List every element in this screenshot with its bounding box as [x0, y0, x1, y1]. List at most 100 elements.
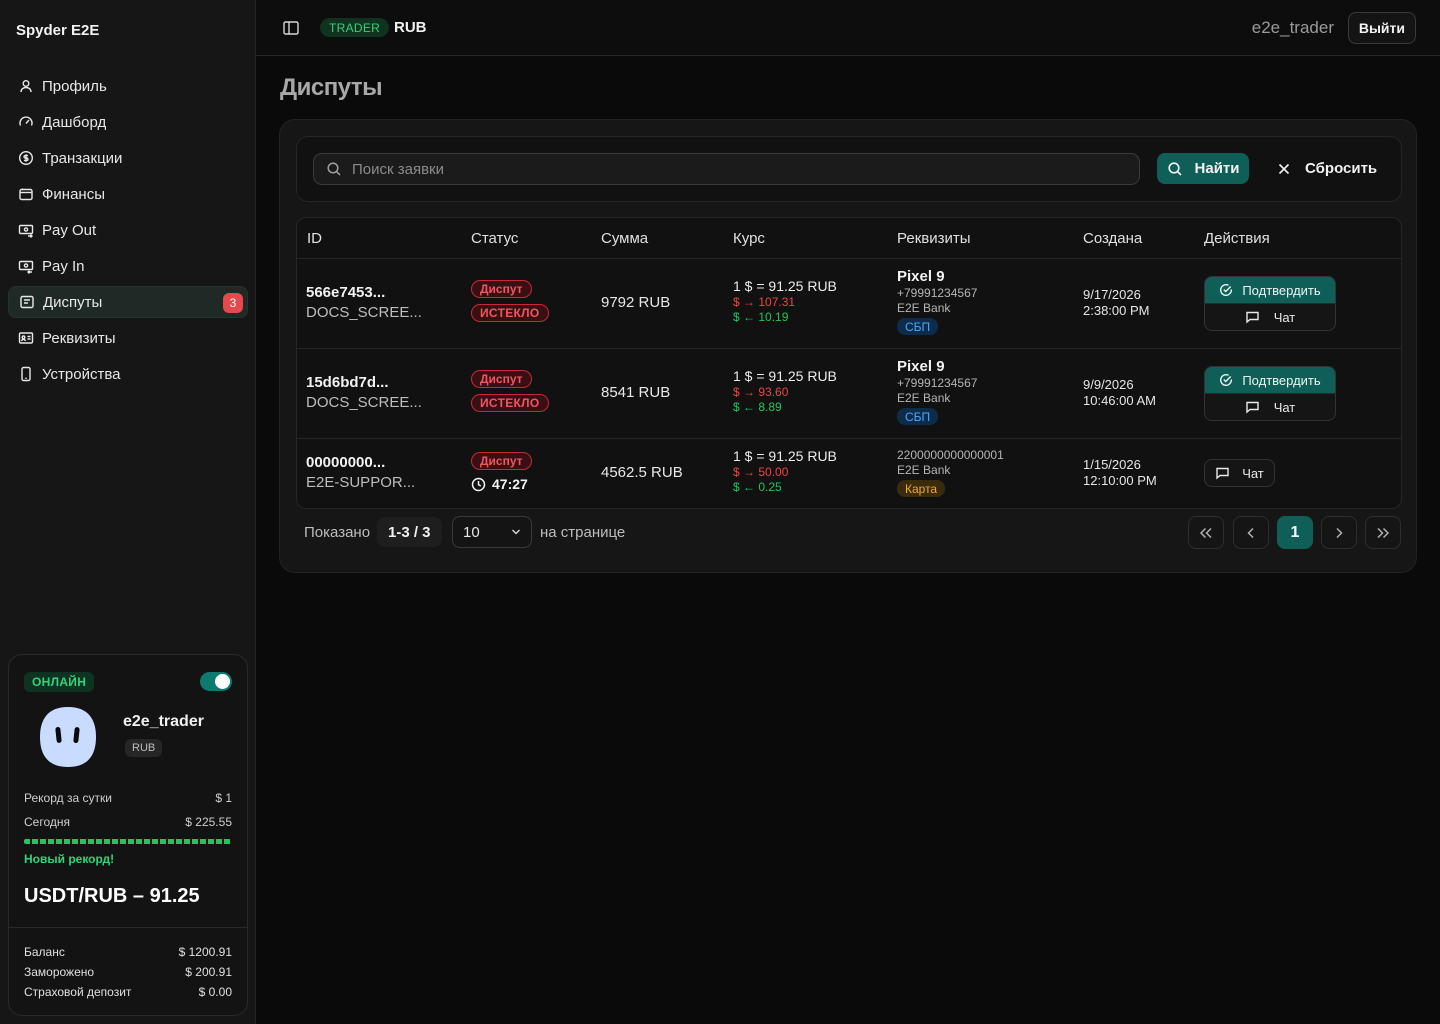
per-page-value: 10	[463, 523, 480, 541]
close-icon	[1278, 163, 1290, 174]
disputes-count-badge: 3	[223, 293, 243, 313]
sidebar-item-label: Реквизиты	[42, 329, 116, 347]
chat-button-label: Чат	[1242, 465, 1264, 481]
expired-status-badge: ИСТЕКЛО	[471, 304, 549, 322]
today-row: Сегодня $ 225.55	[24, 815, 232, 829]
status-cell: Диспут ИСТЕКЛО	[471, 370, 549, 412]
dispute-id-cell: 00000000... E2E-SUPPOR...	[306, 454, 415, 491]
payment-method-badge: СБП	[897, 408, 939, 425]
sidebar-item-transactions[interactable]: Транзакции	[8, 142, 248, 174]
sidebar-item-disputes[interactable]: Диспуты 3	[8, 286, 248, 318]
bank-name: E2E Bank	[897, 391, 951, 405]
previous-page-button[interactable]	[1233, 516, 1269, 549]
created-date: 9/9/2026	[1083, 377, 1134, 392]
search-field[interactable]	[313, 153, 1140, 185]
per-page-label: на странице	[540, 524, 626, 541]
chat-button[interactable]: Чат	[1205, 303, 1335, 330]
frozen-row: Заморожено $ 200.91	[24, 965, 232, 979]
requisites-cell: Pixel 9 +79991234567 E2E Bank СБП	[897, 268, 977, 336]
sidebar-item-devices[interactable]: Устройства	[8, 358, 248, 390]
dispute-merchant: E2E-SUPPOR...	[306, 474, 416, 491]
sidebar-item-label: Диспуты	[43, 293, 103, 311]
page-1-button[interactable]: 1	[1277, 516, 1313, 549]
avatar	[40, 707, 96, 767]
sidebar-item-payin[interactable]: Pay In	[8, 250, 248, 282]
sidebar-item-dashboard[interactable]: Дашборд	[8, 106, 248, 138]
phone-number: +79991234567	[897, 376, 978, 390]
shown-label: Показано	[304, 524, 371, 541]
column-header-amount: Сумма	[601, 230, 649, 247]
new-record-label: Новый рекорд!	[24, 852, 115, 866]
table-row: 00000000... E2E-SUPPOR... Диспут 47:27 4…	[297, 439, 1401, 508]
reset-button[interactable]: Сбросить	[1277, 153, 1377, 184]
created-time: 2:38:00 PM	[1083, 303, 1150, 318]
card-divider	[9, 927, 247, 928]
table-row: 15d6bd7d... DOCS_SCREE... Диспут ИСТЕКЛО…	[297, 349, 1401, 439]
first-page-button[interactable]	[1188, 516, 1224, 549]
search-icon	[1167, 161, 1182, 176]
chat-button[interactable]: Чат	[1204, 459, 1275, 487]
device-name: Pixel 9	[897, 358, 945, 375]
bank-name: E2E Bank	[897, 463, 951, 477]
rate-out: $ → 107.31	[733, 295, 796, 309]
chat-button[interactable]: Чат	[1205, 393, 1335, 420]
sidebar-item-label: Финансы	[42, 185, 105, 203]
reset-button-label: Сбросить	[1305, 160, 1378, 177]
dispute-id[interactable]: 566e7453...	[306, 284, 422, 301]
dispute-status-badge: Диспут	[471, 370, 532, 388]
daily-record-row: Рекорд за сутки $ 1	[24, 791, 232, 805]
header-username: e2e_trader	[1251, 18, 1334, 37]
created-date: 9/17/2026	[1083, 287, 1141, 302]
sidebar-item-label: Устройства	[42, 365, 121, 383]
logout-button[interactable]: Выйти	[1347, 12, 1416, 44]
confirm-button-label: Подтвердить	[1242, 372, 1321, 388]
sidebar-item-finance[interactable]: Финансы	[8, 178, 248, 210]
balance-value: $ 1200.91	[178, 945, 232, 959]
disputes-panel: Найти Сбросить ID Статус Сумма Курс Рекв…	[279, 119, 1417, 573]
last-page-button[interactable]	[1365, 516, 1401, 549]
rate-out: $ → 93.60	[733, 385, 789, 399]
requisites-cell: 2200000000000001 E2E Bank Карта	[897, 448, 1004, 498]
sidebar-item-requisites[interactable]: Реквизиты	[8, 322, 248, 354]
today-value: $ 225.55	[185, 815, 232, 829]
wallet-icon	[19, 188, 33, 201]
created-time: 10:46:00 AM	[1083, 393, 1156, 408]
online-toggle[interactable]	[200, 672, 232, 691]
pagination-bar: Показано 1-3 / 3 10 на странице 1	[296, 516, 1401, 550]
rate-in: $ ← 10.19	[733, 310, 789, 324]
id-card-icon	[18, 332, 34, 344]
sidebar-nav: Профиль Дашборд Транзакции Финансы Pay O…	[8, 70, 248, 394]
search-input[interactable]	[352, 160, 1112, 178]
clock-icon	[471, 477, 486, 491]
payment-method-badge: Карта	[897, 480, 946, 497]
created-date: 1/15/2026	[1083, 457, 1141, 472]
sidebar-toggle-icon[interactable]	[282, 19, 300, 37]
frozen-value: $ 200.91	[185, 965, 232, 979]
chevrons-right-icon	[1377, 527, 1390, 538]
created-time: 12:10:00 PM	[1083, 473, 1157, 488]
today-label: Сегодня	[24, 815, 70, 829]
per-page-select[interactable]: 10	[452, 516, 532, 548]
dollar-circle-icon	[18, 150, 34, 166]
dispute-merchant: DOCS_SCREE...	[306, 304, 422, 321]
dispute-id[interactable]: 15d6bd7d...	[306, 374, 422, 391]
chat-icon	[1246, 311, 1259, 324]
created-cell: 1/15/2026 12:10:00 PM	[1083, 457, 1157, 489]
device-name: Pixel 9	[897, 268, 945, 285]
next-page-button[interactable]	[1321, 516, 1357, 549]
rate-value: 1 $ = 91.25 RUB	[733, 368, 837, 384]
sidebar: Spyder E2E Профиль Дашборд Транзакции Фи…	[0, 0, 256, 1024]
sidebar-item-payout[interactable]: Pay Out	[8, 214, 248, 246]
rate-value: 1 $ = 91.25 RUB	[733, 448, 837, 464]
confirm-button[interactable]: Подтвердить	[1205, 367, 1335, 393]
dispute-id[interactable]: 00000000...	[306, 454, 415, 471]
trader-profile-card: ОНЛАЙН e2e_trader RUB Рекорд за сутки $ …	[8, 654, 248, 1016]
chat-icon	[1216, 467, 1229, 480]
confirm-button[interactable]: Подтвердить	[1205, 277, 1335, 303]
find-button[interactable]: Найти	[1157, 153, 1249, 184]
sidebar-item-profile[interactable]: Профиль	[8, 70, 248, 102]
created-cell: 9/9/2026 10:46:00 AM	[1083, 377, 1156, 409]
shown-range: 1-3 / 3	[377, 517, 442, 547]
chevron-down-icon	[511, 529, 521, 535]
dispute-status-badge: Диспут	[471, 452, 532, 470]
